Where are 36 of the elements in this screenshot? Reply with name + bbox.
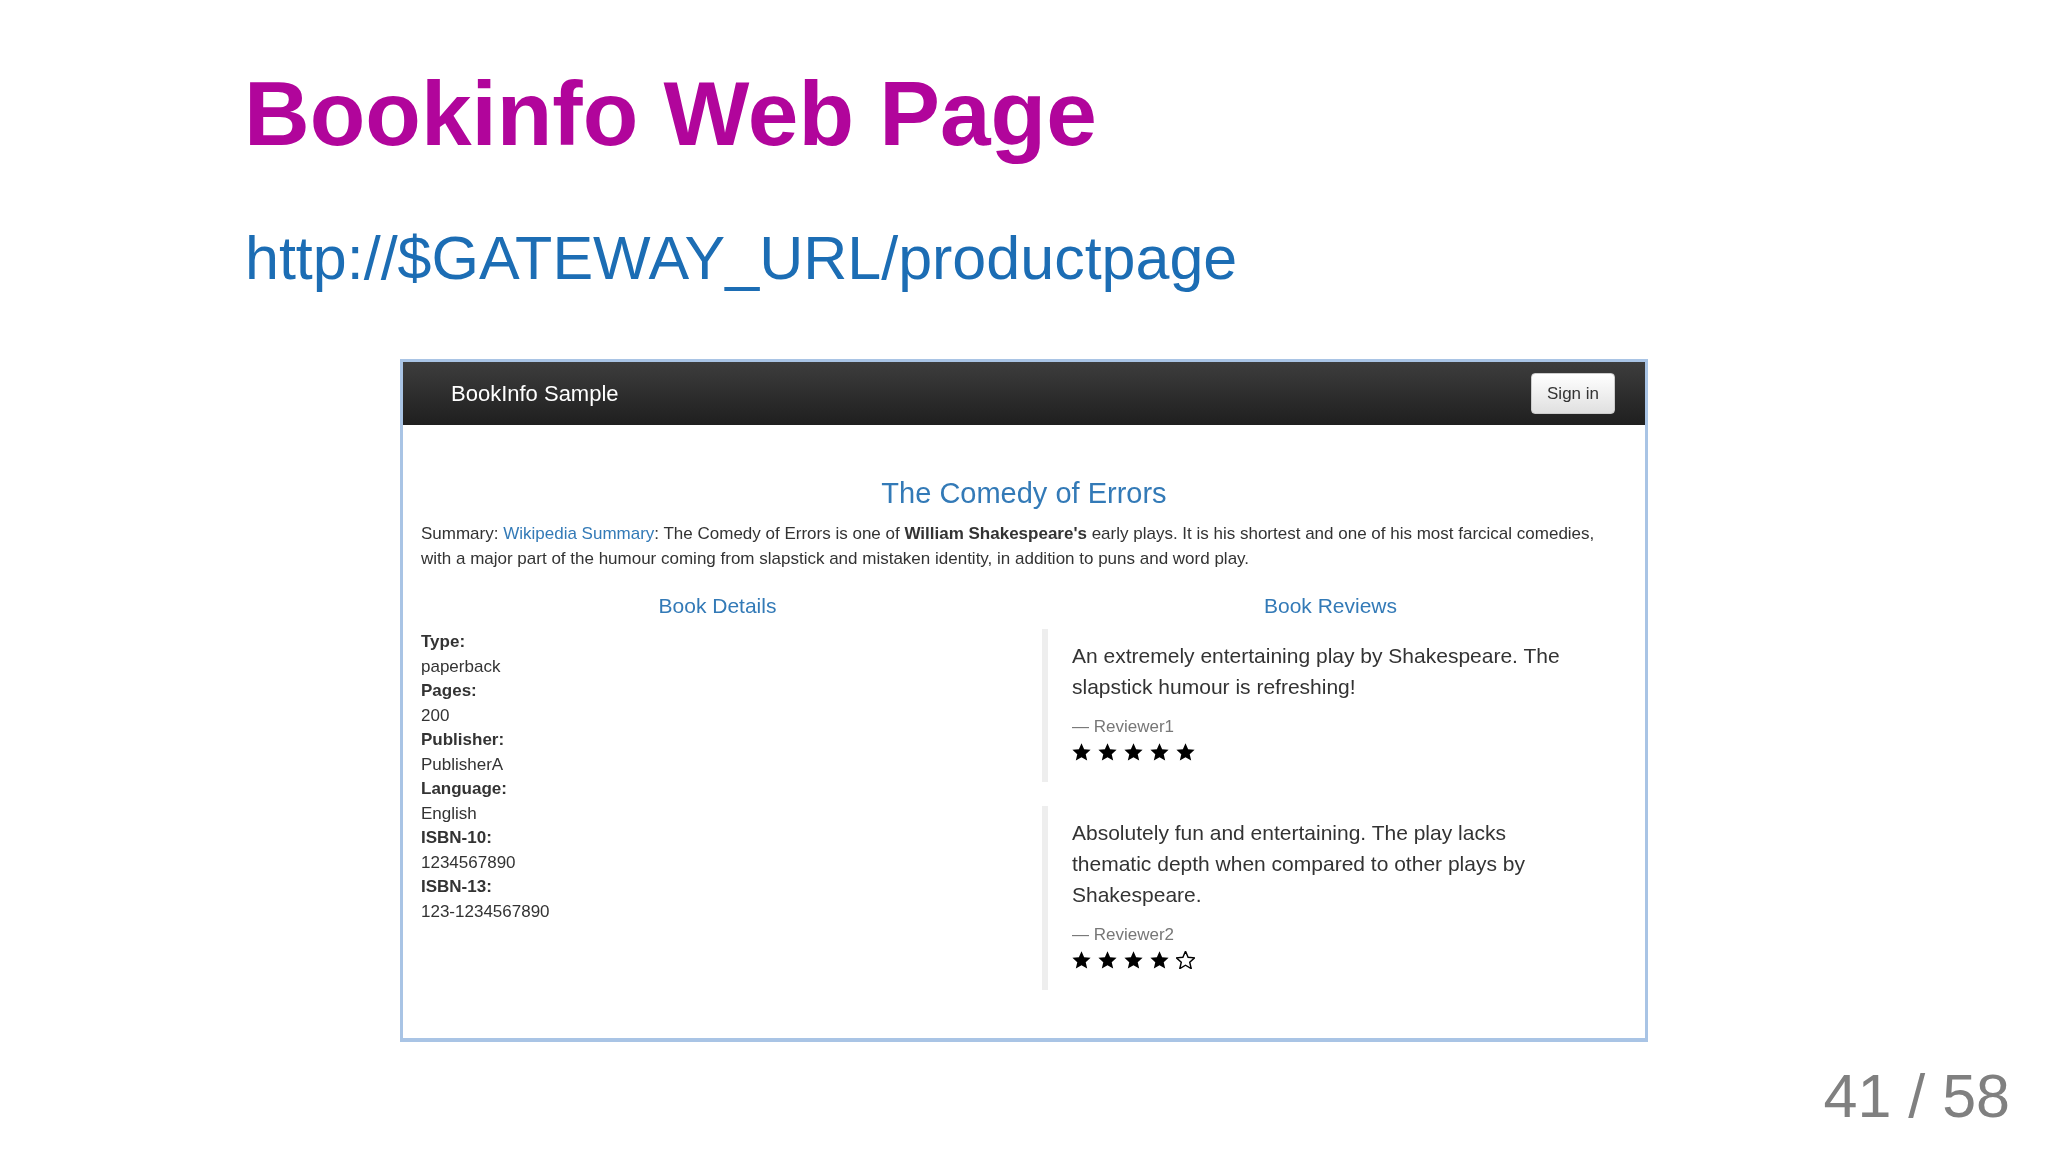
wikipedia-summary-link[interactable]: Wikipedia Summary (503, 524, 655, 543)
detail-value: paperback (421, 655, 501, 678)
detail-label: Pages: (421, 680, 477, 702)
star-icon (1150, 743, 1169, 761)
review-text: An extremely entertaining play by Shakespeare. The slapstick humour is refreshing! (1072, 643, 1561, 700)
star-icon (1072, 743, 1091, 761)
star-icon (1098, 743, 1117, 761)
detail-label: ISBN-10: (421, 827, 492, 849)
brand-title[interactable]: BookInfo Sample (451, 380, 619, 407)
detail-label: ISBN-13: (421, 876, 492, 898)
detail-value: 200 (421, 704, 450, 727)
url-text: http://$GATEWAY_URL/productpage (245, 223, 1238, 293)
page-number: 41 / 58 (1823, 1066, 2010, 1127)
sign-in-button[interactable]: Sign in (1531, 373, 1615, 414)
reviewer-name: — Reviewer1 (1072, 716, 1175, 738)
star-icon (1072, 951, 1091, 969)
detail-label: Language: (421, 778, 507, 800)
star-icon (1098, 951, 1117, 969)
detail-label: Publisher: (421, 729, 505, 751)
detail-value: English (421, 802, 477, 825)
book-title: The Comedy of Errors (880, 477, 1168, 509)
review-text: Absolutely fun and entertaining. The play lacks thematic depth when compared to other plays by Shakespeare. (1072, 820, 1526, 908)
star-icon (1176, 743, 1195, 761)
star-icon (1124, 743, 1143, 761)
details-heading: Book Details (657, 594, 778, 617)
star-icon (1150, 951, 1169, 969)
detail-value: 123-1234567890 (421, 900, 550, 923)
reviewer-name: — Reviewer2 (1072, 924, 1175, 946)
summary-text: Summary: Wikipedia Summary: The Comedy of Errors is one of William Shakespeare's early plays. It is his shortest and one of his most farcical comedies, with a major part of the humour coming from slapstick and mistaken identity, in addition to puns and word play. (421, 523, 1596, 570)
detail-value: PublisherA (421, 753, 504, 776)
detail-label: Type: (421, 631, 466, 653)
star-outline-icon (1176, 951, 1195, 969)
reviews-heading: Book Reviews (1262, 594, 1399, 617)
slide-title: Bookinfo Web Page (244, 62, 1097, 166)
detail-value: 1234567890 (421, 851, 516, 874)
star-icon (1124, 951, 1143, 969)
